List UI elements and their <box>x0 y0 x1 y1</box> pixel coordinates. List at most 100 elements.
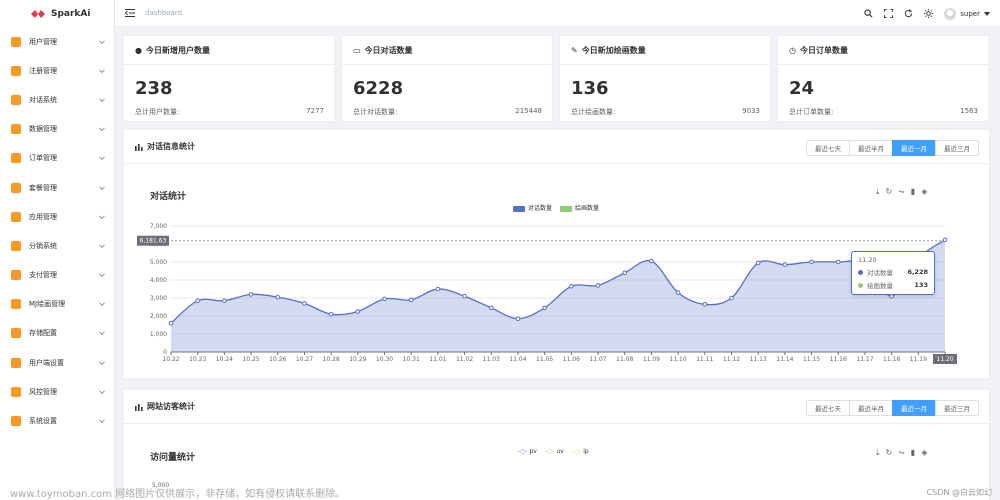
data-point <box>782 262 788 268</box>
data-point <box>809 259 814 265</box>
y-tick-label: 4,000 <box>150 277 167 284</box>
x-tick-label: 11.18 <box>883 356 900 363</box>
x-tick-label: 10.27 <box>296 356 313 363</box>
x-tick-label: 10.30 <box>376 356 393 363</box>
x-tick-label: 10.29 <box>349 356 366 363</box>
data-point <box>569 284 574 289</box>
x-tick-label: 10.26 <box>269 356 286 363</box>
axis-pointer-y-label: 6,181.63 <box>140 238 167 245</box>
legend-item[interactable]: -○- uv <box>545 448 564 455</box>
data-point <box>222 298 227 304</box>
axis-pointer-x-label: 11.20 <box>936 356 953 363</box>
data-point <box>462 293 467 299</box>
x-tick-label: 11.16 <box>830 356 847 363</box>
y-tick-label: 2,000 <box>150 313 167 320</box>
x-tick-label: 10.25 <box>242 356 259 363</box>
x-tick-label: 11.04 <box>509 356 526 363</box>
range-button[interactable]: 最近半月 <box>849 400 893 416</box>
data-point <box>302 301 307 306</box>
bar-chart-icon <box>135 403 143 411</box>
x-tick-label: 11.09 <box>643 356 660 363</box>
legend-label: ip <box>583 448 589 455</box>
tooltip-label: 对话数量 <box>867 269 893 277</box>
watermark: www.toymoban.com 网络图片仅供展示，非存储，如有侵权请联系删除。 <box>10 489 346 500</box>
x-tick-label: 11.12 <box>723 356 740 363</box>
download-icon[interactable]: ⤓ <box>876 448 880 458</box>
y-tick-label: 7,000 <box>150 223 167 230</box>
tooltip-row: 绘画数量 133 <box>858 280 928 290</box>
x-tick-label: 10.31 <box>403 356 420 363</box>
data-point <box>355 309 361 314</box>
data-point <box>195 298 200 304</box>
x-tick-label: 11.02 <box>456 356 473 363</box>
data-point <box>702 302 708 307</box>
data-point <box>275 294 281 300</box>
x-tick-label: 10.22 <box>162 356 179 363</box>
x-tick-label: 10.24 <box>216 356 233 363</box>
legend-item[interactable]: -○- ip <box>572 448 589 455</box>
restore-icon[interactable]: ↻ <box>886 448 893 458</box>
x-tick-label: 11.13 <box>750 356 767 363</box>
x-tick-label: 11.15 <box>803 356 820 363</box>
bar-chart-switch-icon[interactable]: ▮ <box>911 448 915 458</box>
legend-line-icon: -○- <box>571 448 582 455</box>
range-button[interactable]: 最近七天 <box>806 400 850 416</box>
data-point <box>515 316 521 322</box>
tooltip-dot <box>858 269 863 275</box>
tooltip-date: 11.20 <box>858 256 877 264</box>
data-point <box>729 295 734 301</box>
x-tick-label: 11.10 <box>670 356 687 363</box>
data-point <box>675 290 681 295</box>
data-point <box>328 311 334 317</box>
x-tick-label: 11.07 <box>589 356 606 363</box>
x-tick-label: 11.05 <box>536 356 553 363</box>
legend-line-icon: -○- <box>518 448 528 455</box>
x-tick-label: 11.06 <box>563 356 580 363</box>
x-tick-label: 11.01 <box>429 356 446 363</box>
data-point <box>168 320 174 326</box>
data-point <box>488 305 494 311</box>
data-point <box>835 259 841 265</box>
chart-tooltip: 11.20 对话数量 6,228 绘画数量 133 <box>851 251 935 295</box>
x-tick-label: 11.19 <box>910 356 927 363</box>
panel-title: 网站访客统计 <box>147 402 195 411</box>
x-tick-label: 11.17 <box>856 356 873 363</box>
x-tick-label: 11.03 <box>483 356 500 363</box>
legend-label: uv <box>556 448 564 455</box>
visitor-stats-panel: 网站访客统计 最近七天 最近半月 最近一月 最近三月 <box>123 389 990 500</box>
data-point <box>942 237 948 243</box>
tooltip-label: 绘画数量 <box>867 282 893 290</box>
data-point <box>408 297 414 303</box>
tooltip-dot <box>858 282 863 288</box>
legend-line-icon: -○- <box>544 448 555 455</box>
data-point <box>382 296 387 302</box>
x-tick-label: 11.08 <box>616 356 633 363</box>
range-button[interactable]: 最近三月 <box>935 400 979 416</box>
data-point <box>248 292 254 297</box>
chart-toolbox: ⤓ ↻ ⏦ ▮ ◈ <box>876 448 927 458</box>
line-chart-icon[interactable]: ⏦ <box>898 448 905 458</box>
data-point <box>542 305 547 311</box>
chart-legend: -○- pv -○- uv -○- ip <box>518 448 589 455</box>
x-tick-label: 11.14 <box>776 356 793 363</box>
x-tick-label: 11.11 <box>696 356 713 363</box>
stack-icon[interactable]: ◈ <box>921 448 927 458</box>
tooltip-value: 6,228 <box>907 268 928 276</box>
data-point <box>649 258 654 264</box>
chart-title: 访问量统计 <box>150 453 196 463</box>
data-point <box>595 283 601 288</box>
tooltip-row: 对话数量 6,228 <box>858 267 928 277</box>
tooltip-value: 133 <box>914 281 928 289</box>
x-tick-label: 10.23 <box>189 356 206 363</box>
legend-label: pv <box>529 448 537 455</box>
range-button[interactable]: 最近一月 <box>892 400 936 416</box>
y-tick-label: 1,000 <box>150 331 167 338</box>
legend-item[interactable]: -○- pv <box>518 448 537 455</box>
x-tick-label: 10.28 <box>323 356 340 363</box>
data-point <box>435 286 441 292</box>
watermark-right: CSDN @白云如幻 <box>926 488 992 497</box>
data-point <box>622 270 628 276</box>
y-tick-label: 0 <box>163 349 167 356</box>
y-tick-label: 3,000 <box>150 295 167 302</box>
y-tick-label: 5,000 <box>150 259 167 266</box>
